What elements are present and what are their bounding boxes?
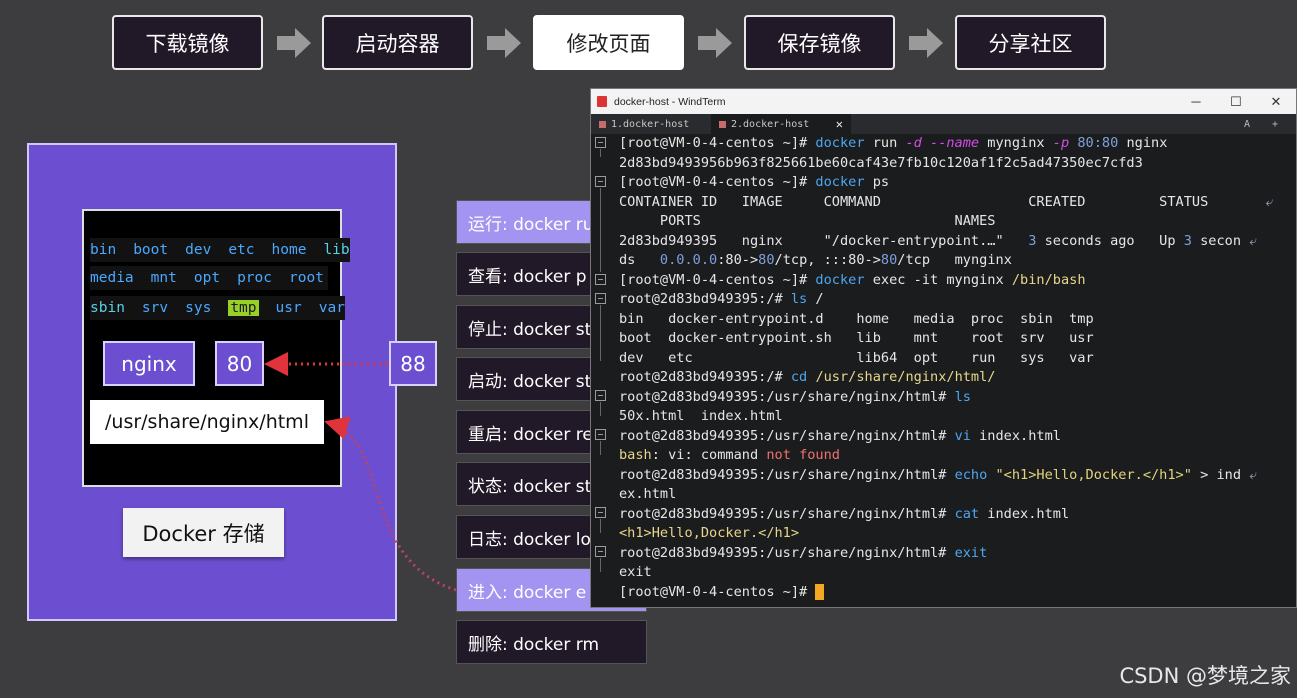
tab-label: 2.docker-host: [731, 118, 810, 130]
line-wrap-icon: ⤶: [1249, 232, 1257, 249]
line-wrap-icon: ⤶: [1249, 466, 1257, 483]
fs-dir-lib: lib: [323, 242, 350, 258]
fs-dir-dev: dev: [185, 242, 212, 258]
minimize-button[interactable]: ─: [1176, 94, 1216, 110]
fs-row: media mnt opt proc root: [90, 266, 328, 290]
fold-toggle-icon[interactable]: [595, 390, 606, 401]
fs-row: sbin srv sys tmp usr var: [90, 296, 345, 320]
fs-dir-srv: srv: [141, 300, 169, 316]
close-button[interactable]: ✕: [1256, 94, 1296, 110]
terminal-line: PORTS NAMES: [619, 213, 996, 229]
cmd-item-rm[interactable]: 删除: docker rm: [456, 620, 647, 664]
terminal-line: bin docker-entrypoint.d home media proc …: [619, 310, 1094, 327]
terminal-line: 2d83bd9493956b963f825661be60caf43e7fb10c…: [619, 154, 1143, 171]
terminal-line: CONTAINER ID IMAGE COMMAND CREATED STATU…: [619, 193, 1274, 210]
windterm-window: docker-host - WindTerm ─ ☐ ✕ 1.docker-ho…: [590, 88, 1297, 608]
fs-dir-mnt: mnt: [150, 270, 177, 286]
fold-toggle-icon[interactable]: [595, 274, 606, 285]
terminal-line: root@2d83bd949395:/# ls /: [619, 291, 824, 307]
fs-dir-root: root: [288, 270, 324, 286]
fold-toggle-icon[interactable]: [595, 429, 606, 440]
terminal-line: dev etc lib64 opt run sys var: [619, 349, 1094, 366]
fs-dir-bin: bin: [90, 242, 117, 258]
flow-arrow-icon: [487, 28, 521, 58]
terminal-cursor: [815, 583, 824, 600]
session-icon: [719, 120, 726, 128]
session-tabbar: 1.docker-host 2.docker-host ✕ A +: [591, 114, 1296, 134]
fold-toggle-icon[interactable]: [595, 507, 606, 518]
terminal-line: root@2d83bd949395:/usr/share/nginx/html#…: [619, 544, 988, 561]
fs-dir-boot: boot: [133, 242, 169, 258]
fs-dir-sbin: sbin: [90, 300, 125, 316]
tab-tools[interactable]: A +: [1244, 119, 1296, 130]
csdn-watermark: CSDN @梦境之家: [1119, 664, 1291, 688]
terminal-line: boot docker-entrypoint.sh lib mnt root s…: [619, 330, 1094, 346]
terminal-line: [root@VM-0-4-centos ~]#: [619, 583, 824, 603]
terminal-line: root@2d83bd949395:/usr/share/nginx/html#…: [619, 505, 1070, 522]
flow-step-start-container: 启动容器: [322, 15, 473, 70]
mount-path-tag: /usr/share/nginx/html: [90, 400, 324, 444]
terminal-line: 2d83bd949395 nginx "/docker-entrypoint.……: [619, 232, 1257, 249]
fold-gutter: [591, 134, 613, 607]
fold-toggle-icon[interactable]: [595, 137, 606, 148]
terminal-line: root@2d83bd949395:/usr/share/nginx/html#…: [619, 466, 1257, 483]
tab-close-icon[interactable]: ✕: [836, 117, 843, 131]
flow-step-share-community: 分享社区: [955, 15, 1106, 70]
flow-step-save-image: 保存镜像: [744, 15, 895, 70]
fs-dir-sys: sys: [185, 300, 212, 316]
flow-arrow-icon: [698, 28, 732, 58]
windterm-app-icon: [597, 96, 607, 107]
container-port-tag: 80: [215, 341, 264, 386]
host-port-tag: 88: [389, 341, 437, 386]
terminal-output[interactable]: [root@VM-0-4-centos ~]# docker run -d --…: [591, 134, 1296, 600]
fold-toggle-icon[interactable]: [595, 293, 606, 304]
line-wrap-icon: ⤶: [1265, 193, 1274, 210]
terminal-line: root@2d83bd949395:/usr/share/nginx/html#…: [619, 427, 1061, 444]
terminal-line: ex.html: [619, 486, 677, 502]
fs-dir-tmp: tmp: [228, 300, 259, 316]
fs-dir-var: var: [318, 300, 345, 316]
container-name-tag: nginx: [103, 341, 195, 386]
flow-step-pull-image: 下载镜像: [112, 15, 263, 70]
tab-docker-host-2[interactable]: 2.docker-host ✕: [711, 114, 851, 134]
window-titlebar: docker-host - WindTerm ─ ☐ ✕: [591, 89, 1296, 114]
terminal-line: 50x.html index.html: [619, 408, 783, 424]
maximize-button[interactable]: ☐: [1216, 94, 1256, 110]
terminal-line: exit: [619, 564, 652, 580]
fs-dir-opt: opt: [193, 270, 221, 286]
session-icon: [599, 120, 606, 128]
terminal-line: bash: vi: command not found: [619, 447, 840, 463]
fold-toggle-icon[interactable]: [595, 176, 606, 187]
terminal-line: ds 0.0.0.0:80->80/tcp, :::80->80/tcp myn…: [619, 252, 1012, 268]
fs-row: bin boot dev etc home lib: [90, 238, 350, 262]
window-title: docker-host - WindTerm: [614, 95, 726, 108]
terminal-line: root@2d83bd949395:/# cd /usr/share/nginx…: [619, 369, 996, 385]
flow-arrow-icon: [909, 28, 943, 58]
terminal-line: <h1>Hello,Docker.</h1>: [619, 525, 800, 541]
flow-arrow-icon: [277, 28, 311, 58]
fs-dir-usr: usr: [275, 300, 302, 316]
fold-toggle-icon[interactable]: [595, 546, 606, 557]
fs-dir-etc: etc: [228, 242, 255, 258]
terminal-line: root@2d83bd949395:/usr/share/nginx/html#…: [619, 388, 971, 405]
terminal-line: [root@VM-0-4-centos ~]# docker ps: [619, 174, 890, 190]
fs-dir-media: media: [90, 270, 134, 286]
flow-step-modify-page: 修改页面: [533, 15, 684, 70]
docker-storage-label: Docker 存储: [123, 508, 284, 557]
fs-dir-home: home: [271, 242, 307, 258]
fs-dir-proc: proc: [237, 270, 272, 286]
tab-label: 1.docker-host: [611, 118, 690, 130]
tab-docker-host-1[interactable]: 1.docker-host: [591, 114, 711, 134]
terminal-line: [root@VM-0-4-centos ~]# docker run -d --…: [619, 135, 1168, 151]
terminal-line: [root@VM-0-4-centos ~]# docker exec -it …: [619, 271, 1086, 288]
